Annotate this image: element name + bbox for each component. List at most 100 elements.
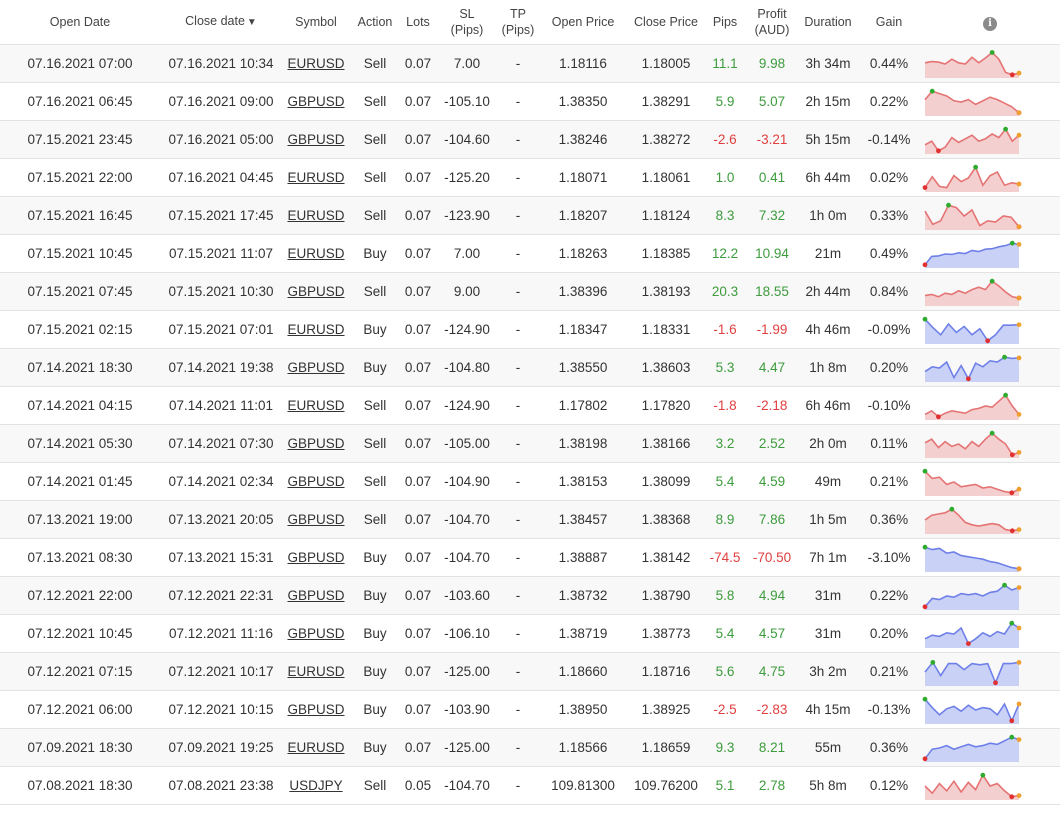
lots-cell: 0.07 (404, 474, 432, 489)
table-row[interactable]: 07.14.2021 05:30 07.14.2021 07:30 GBPUSD Se… (0, 424, 1060, 463)
lots-cell: 0.07 (400, 424, 436, 463)
symbol-link[interactable]: GBPUSD (287, 626, 344, 641)
table-row[interactable]: 07.15.2021 02:15 07.15.2021 07:01 EURUSD Bu… (0, 310, 1060, 349)
symbol-link[interactable]: GBPUSD (287, 588, 344, 603)
table-row[interactable]: 07.15.2021 10:45 07.15.2021 11:07 EURUSD Bu… (0, 234, 1060, 273)
trade-sparkline (922, 734, 1022, 762)
sparkline-end-dot (1016, 565, 1022, 571)
lots-cell: 0.07 (400, 386, 436, 425)
sparkline-end-dot (1016, 132, 1022, 138)
close-price-cell: 1.38099 (641, 474, 691, 489)
tp-cell: - (498, 310, 538, 349)
col-tp[interactable]: TP (Pips) (498, 0, 538, 45)
profit-cell: -2.18 (746, 386, 798, 425)
table-row[interactable]: 07.14.2021 01:45 07.14.2021 02:34 GBPUSD Se… (0, 462, 1060, 501)
lots-cell: 0.07 (400, 82, 436, 121)
sl-cell: -125.20 (444, 170, 490, 185)
open-price-cell: 1.18566 (538, 728, 628, 767)
sl-cell: -104.80 (436, 348, 498, 387)
close-price-cell: 1.18659 (641, 740, 691, 755)
table-row[interactable]: 07.12.2021 07:15 07.12.2021 10:17 EURUSD Bu… (0, 652, 1060, 691)
col-close-date[interactable]: Close date ▼ (160, 0, 282, 45)
symbol-link[interactable]: GBPUSD (287, 550, 344, 565)
close-price-cell: 1.38790 (628, 576, 704, 615)
pips-cell: 5.6 (704, 652, 746, 691)
symbol-cell: GBPUSD (282, 272, 350, 311)
pips-cell: -1.8 (704, 386, 746, 425)
col-duration[interactable]: Duration (798, 0, 858, 45)
symbol-link[interactable]: GBPUSD (287, 512, 344, 527)
action-cell: Sell (350, 424, 400, 463)
table-row[interactable]: 07.09.2021 18:30 07.09.2021 19:25 EURUSD Bu… (0, 728, 1060, 767)
table-row[interactable]: 07.14.2021 04:15 07.14.2021 11:01 EURUSD Se… (0, 386, 1060, 425)
col-action[interactable]: Action (350, 0, 400, 45)
symbol-cell: EURUSD (282, 652, 350, 691)
tp-cell: - (498, 158, 538, 197)
table-row[interactable]: 07.13.2021 19:00 07.13.2021 20:05 GBPUSD Se… (0, 500, 1060, 539)
close-date-cell: 07.14.2021 07:30 (168, 436, 274, 451)
col-pips[interactable]: Pips (704, 0, 746, 45)
trade-sparkline (922, 582, 1022, 610)
symbol-link[interactable]: EURUSD (287, 246, 344, 261)
pips-cell: 11.1 (704, 44, 746, 83)
table-row[interactable]: 07.08.2021 18:30 07.08.2021 23:38 USDJPY Se… (0, 766, 1060, 805)
table-row[interactable]: 07.13.2021 08:30 07.13.2021 15:31 GBPUSD Bu… (0, 538, 1060, 577)
open-date-cell: 07.13.2021 08:30 (0, 538, 160, 577)
sl-cell: 7.00 (436, 234, 498, 273)
close-date-cell: 07.12.2021 22:31 (168, 588, 274, 603)
col-symbol[interactable]: Symbol (282, 0, 350, 45)
col-sl[interactable]: SL (Pips) (436, 0, 498, 45)
gain-cell: 0.22% (858, 82, 920, 121)
tp-cell: - (515, 740, 521, 755)
symbol-link[interactable]: GBPUSD (287, 436, 344, 451)
open-date-cell: 07.15.2021 22:00 (0, 158, 160, 197)
close-date-cell: 07.14.2021 02:34 (168, 474, 274, 489)
symbol-link[interactable]: EURUSD (287, 170, 344, 185)
symbol-link[interactable]: EURUSD (287, 398, 344, 413)
info-icon[interactable]: i (983, 16, 997, 31)
duration-cell: 31m (798, 614, 858, 653)
table-row[interactable]: 07.16.2021 07:00 07.16.2021 10:34 EURUSD Se… (0, 44, 1060, 83)
close-price-cell: 1.38142 (628, 538, 704, 577)
symbol-link[interactable]: EURUSD (287, 208, 344, 223)
table-row[interactable]: 07.15.2021 07:45 07.15.2021 10:30 GBPUSD Se… (0, 272, 1060, 311)
table-row[interactable]: 07.16.2021 06:45 07.16.2021 09:00 GBPUSD Se… (0, 82, 1060, 121)
symbol-link[interactable]: USDJPY (289, 778, 342, 793)
table-row[interactable]: 07.15.2021 22:00 07.16.2021 04:45 EURUSD Se… (0, 158, 1060, 197)
symbol-link[interactable]: EURUSD (287, 740, 344, 755)
table-row[interactable]: 07.12.2021 06:00 07.12.2021 10:15 GBPUSD Bu… (0, 690, 1060, 729)
action-cell: Sell (363, 778, 387, 793)
table-row[interactable]: 07.15.2021 16:45 07.15.2021 17:45 EURUSD Se… (0, 196, 1060, 235)
pips-cell: 5.3 (715, 360, 735, 375)
pips-cell: 9.3 (704, 728, 746, 767)
symbol-link[interactable]: GBPUSD (287, 94, 344, 109)
gain-cell: 0.20% (869, 360, 909, 375)
duration-cell: 4h 15m (798, 690, 858, 729)
symbol-link[interactable]: GBPUSD (287, 360, 344, 375)
col-open-price[interactable]: Open Price (538, 0, 628, 45)
col-lots[interactable]: Lots (400, 0, 436, 45)
table-row[interactable]: 07.14.2021 18:30 07.14.2021 19:38 GBPUSD Bu… (0, 348, 1060, 387)
gain-cell: 0.21% (869, 474, 909, 489)
symbol-link[interactable]: GBPUSD (287, 474, 344, 489)
col-gain[interactable]: Gain (858, 0, 920, 45)
sl-cell: -104.70 (444, 778, 490, 793)
table-row[interactable]: 07.12.2021 22:00 07.12.2021 22:31 GBPUSD Bu… (0, 576, 1060, 615)
sl-cell: 9.00 (453, 284, 481, 299)
symbol-link[interactable]: EURUSD (287, 664, 344, 679)
col-open-date[interactable]: Open Date (0, 0, 160, 45)
duration-cell: 7h 1m (798, 538, 858, 577)
col-close-price[interactable]: Close Price (628, 0, 704, 45)
open-date-cell: 07.12.2021 22:00 (0, 576, 160, 615)
table-row[interactable]: 07.15.2021 23:45 07.16.2021 05:00 GBPUSD Se… (0, 120, 1060, 159)
sparkline-end-dot (1016, 181, 1022, 186)
col-profit[interactable]: Profit (AUD) (746, 0, 798, 45)
symbol-link[interactable]: EURUSD (287, 56, 344, 71)
table-row[interactable]: 07.12.2021 10:45 07.12.2021 11:16 GBPUSD Bu… (0, 614, 1060, 653)
symbol-link[interactable]: GBPUSD (287, 284, 344, 299)
lots-cell: 0.07 (404, 246, 432, 261)
symbol-link[interactable]: GBPUSD (287, 132, 344, 147)
symbol-link[interactable]: EURUSD (287, 322, 344, 337)
symbol-link[interactable]: GBPUSD (287, 702, 344, 717)
pips-cell: -74.5 (704, 538, 746, 577)
